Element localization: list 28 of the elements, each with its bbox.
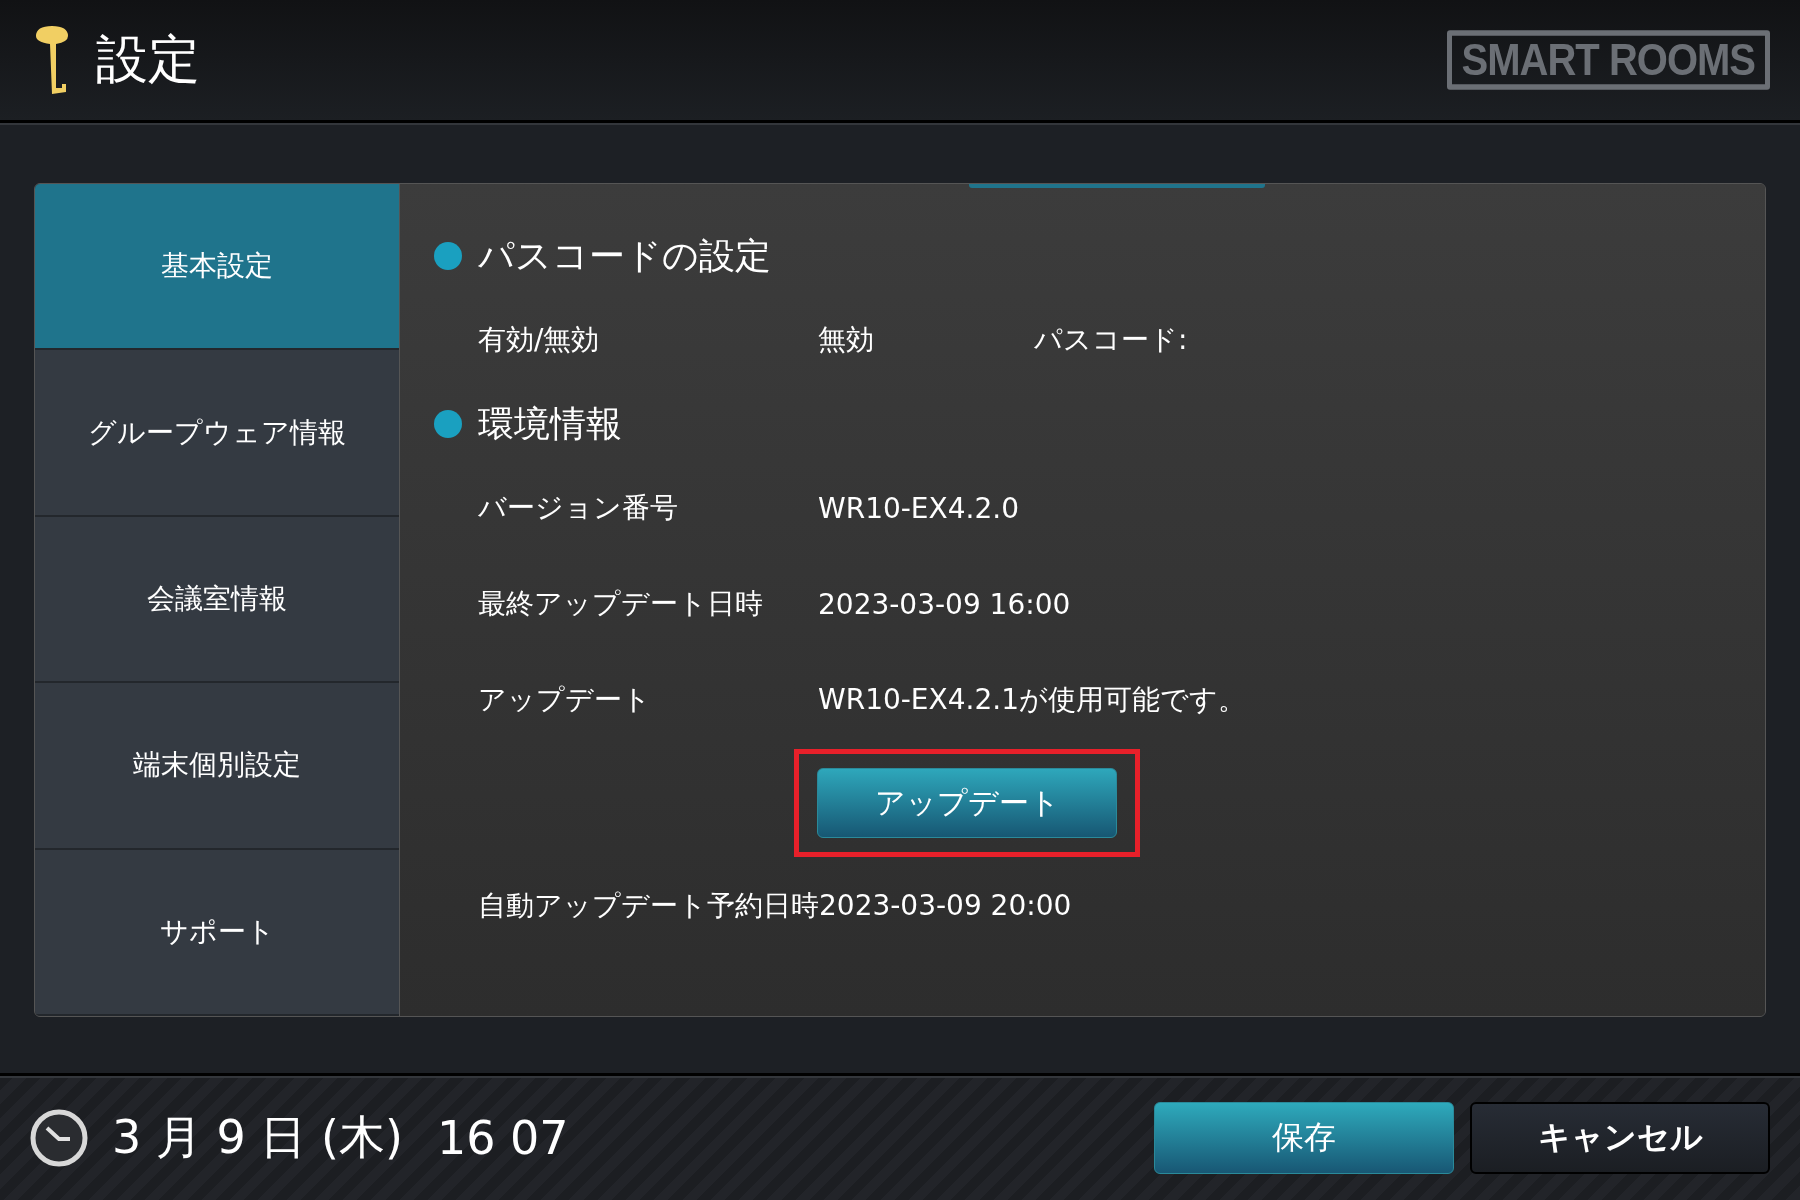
field-label: 有効/無効 (478, 322, 601, 358)
sidebar-tab[interactable]: 基本設定 (35, 184, 399, 351)
sidebar-tab[interactable]: 会議室情報 (35, 516, 399, 684)
page-title: 設定 (96, 28, 201, 91)
sidebar-tab[interactable]: サポート (35, 849, 399, 1016)
bullet-icon (434, 410, 462, 438)
logo: SMART ROOMS (1446, 30, 1770, 90)
time-text: 16 07 (436, 1111, 570, 1165)
cancel-button[interactable]: キャンセル (1470, 1102, 1770, 1174)
key-icon (34, 26, 70, 94)
update-button[interactable]: アップデート (817, 768, 1117, 838)
schedule-note: 自動アップデート予約日時2023-03-09 20:00 (478, 888, 1072, 924)
field-value: 無効 (818, 322, 875, 358)
field-value: WR10-EX4.2.1が使用可能です。 (818, 682, 1246, 718)
sidebar-tab[interactable]: グループウェア情報 (35, 350, 399, 517)
date-text: 3 月 9 日 (木) (112, 1109, 403, 1166)
sidebar-tab[interactable]: 端末個別設定 (35, 683, 399, 850)
section-title: 環境情報 (478, 401, 622, 446)
section-title: パスコードの設定 (478, 233, 771, 278)
field-label: パスコード: (1034, 322, 1188, 358)
field-label: アップデート (478, 682, 652, 718)
field-value: 2023-03-09 16:00 (818, 587, 1071, 621)
field-label: 最終アップデート日時 (478, 586, 764, 622)
clock-icon (30, 1109, 88, 1167)
field-label: バージョン番号 (478, 490, 679, 526)
save-button[interactable]: 保存 (1154, 1102, 1454, 1174)
field-value: WR10-EX4.2.0 (818, 491, 1019, 525)
bullet-icon (434, 242, 462, 270)
